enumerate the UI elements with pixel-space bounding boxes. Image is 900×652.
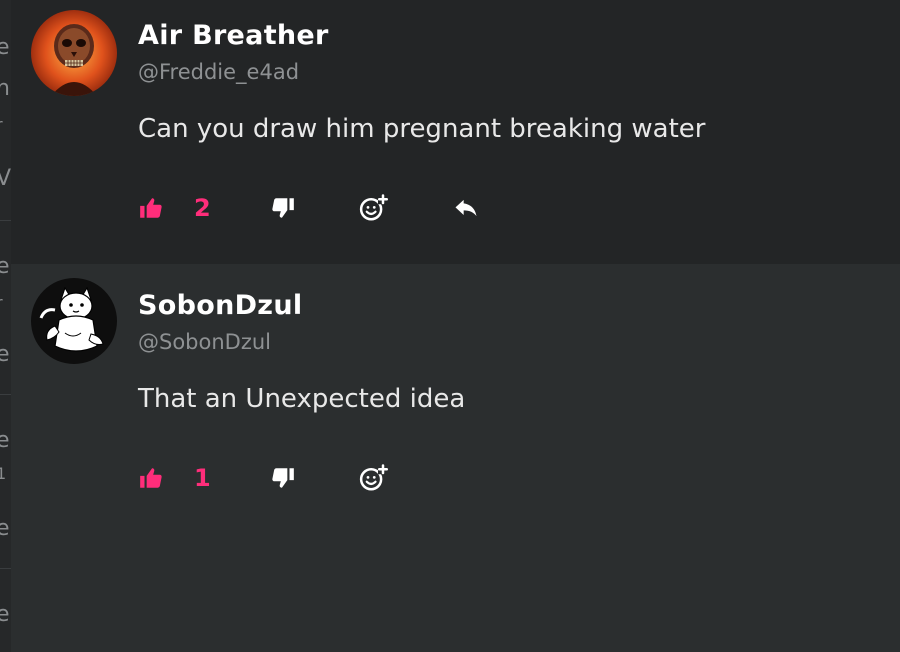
dislike-icon	[272, 468, 294, 488]
comment-text: Can you draw him pregnant breaking water	[138, 114, 706, 144]
dislike-icon	[272, 198, 294, 218]
like-button[interactable]	[138, 192, 164, 224]
add-reaction-button[interactable]	[358, 462, 388, 494]
partial-text: e	[0, 430, 10, 452]
partial-text: 1	[0, 466, 6, 482]
cartoon-cat-avatar-icon	[31, 278, 117, 364]
comment-actions: 2	[138, 192, 538, 224]
like-button[interactable]	[138, 462, 164, 494]
partial-text: e	[0, 37, 10, 59]
partial-text: e	[0, 256, 10, 278]
reply-button[interactable]	[452, 192, 480, 224]
partial-text: V	[0, 168, 11, 190]
add-emoji-icon	[359, 464, 388, 491]
divider	[0, 220, 11, 221]
dislike-button[interactable]	[270, 192, 296, 224]
reply-icon	[455, 199, 477, 217]
comment-text: That an Unexpected idea	[138, 384, 466, 414]
comments-panel: e n r V e r e e 1 e e	[0, 0, 900, 652]
like-icon	[140, 198, 162, 218]
avatar[interactable]	[31, 278, 117, 364]
like-count: 1	[194, 464, 211, 492]
partial-text: e	[0, 604, 10, 626]
divider	[0, 568, 11, 569]
divider	[0, 394, 11, 395]
partial-text: n	[0, 78, 10, 100]
comment-item: Air Breather @Freddie_e4ad Can you draw …	[11, 0, 900, 264]
comment-actions: 1	[138, 462, 538, 494]
comment-handle[interactable]: @Freddie_e4ad	[138, 60, 299, 84]
skull-avatar-icon	[31, 10, 117, 96]
like-count: 2	[194, 194, 211, 222]
comment-item: SobonDzul @SobonDzul That an Unexpected …	[11, 264, 900, 652]
partial-text: r	[0, 295, 3, 311]
add-reaction-button[interactable]	[358, 192, 388, 224]
comment-username[interactable]: SobonDzul	[138, 290, 302, 321]
comment-username[interactable]: Air Breather	[138, 20, 329, 51]
partial-text: r	[0, 117, 3, 133]
dislike-button[interactable]	[270, 462, 296, 494]
like-icon	[140, 468, 162, 488]
partial-text: e	[0, 344, 10, 366]
add-emoji-icon	[359, 194, 388, 221]
avatar[interactable]	[31, 10, 117, 96]
comment-handle[interactable]: @SobonDzul	[138, 330, 271, 354]
partial-text: e	[0, 518, 10, 540]
